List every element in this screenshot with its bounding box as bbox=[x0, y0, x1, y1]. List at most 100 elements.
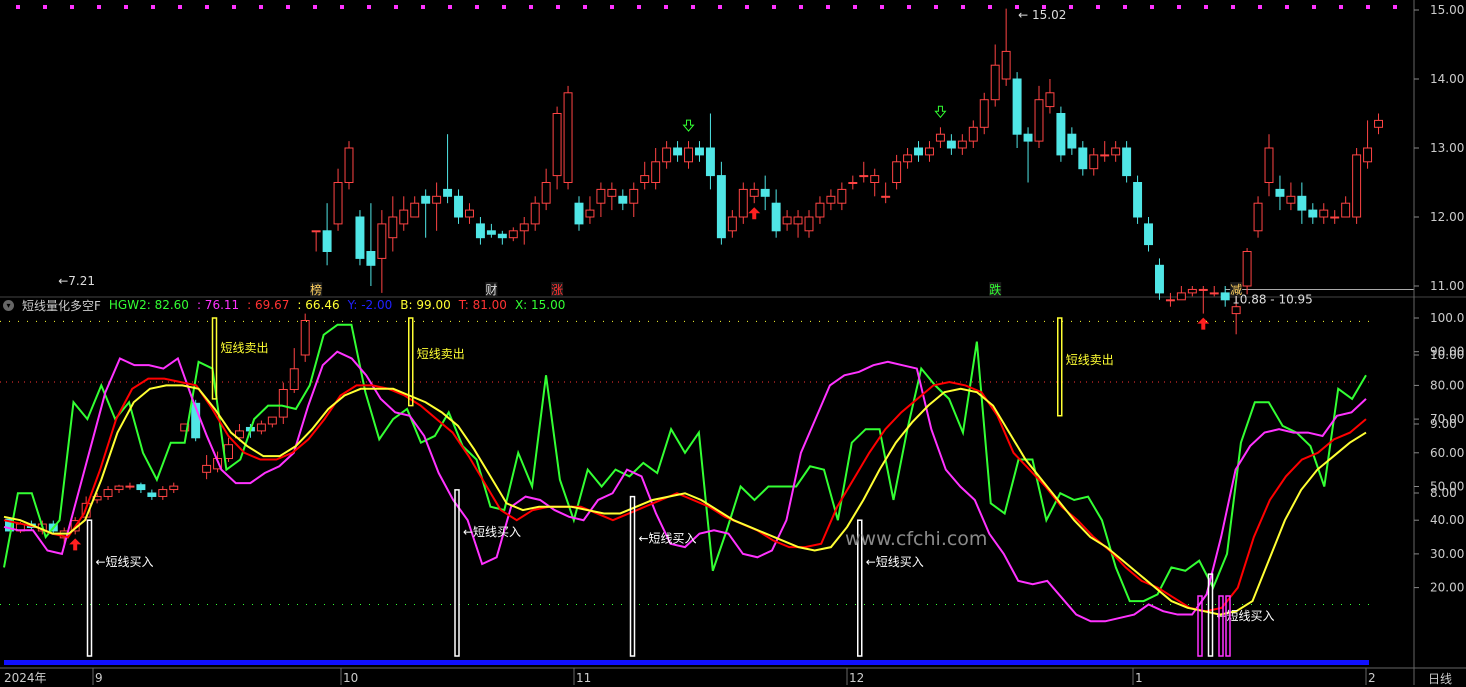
top-dot bbox=[340, 5, 344, 9]
candle bbox=[486, 230, 496, 235]
candle bbox=[1341, 202, 1351, 218]
candle bbox=[1165, 299, 1175, 302]
candle bbox=[552, 113, 562, 177]
high-label: ← 15.02 bbox=[1018, 8, 1066, 22]
top-dot bbox=[502, 5, 506, 9]
b-value: : 69.67 bbox=[247, 298, 290, 312]
candle bbox=[1297, 195, 1307, 211]
candle bbox=[1209, 292, 1219, 295]
candle bbox=[103, 489, 113, 497]
candle bbox=[1078, 147, 1088, 170]
candle bbox=[596, 188, 606, 204]
candle bbox=[990, 64, 1000, 101]
time-tick-label: 12 bbox=[849, 671, 864, 685]
buy-signal-label: ←短线买入 bbox=[639, 532, 697, 546]
candle bbox=[881, 195, 891, 198]
candle bbox=[1220, 292, 1230, 301]
candle bbox=[1067, 133, 1077, 149]
y-value: Y: -2.00 bbox=[347, 298, 393, 312]
candle bbox=[1253, 202, 1263, 232]
timeframe-button[interactable]: 日线 bbox=[1428, 670, 1452, 687]
candle bbox=[508, 230, 518, 239]
candle bbox=[946, 140, 956, 149]
candle bbox=[114, 485, 124, 491]
candle bbox=[497, 233, 507, 239]
candle bbox=[837, 188, 847, 204]
candle bbox=[377, 223, 387, 259]
candle bbox=[651, 161, 661, 184]
candle bbox=[1187, 288, 1197, 294]
candle bbox=[662, 147, 672, 163]
candle bbox=[629, 188, 639, 204]
sell-signal-label: 短线卖出 bbox=[1066, 353, 1114, 367]
ind-tick-label: 70.00 bbox=[1430, 412, 1464, 426]
indicator-name[interactable]: 短线量化多空F bbox=[22, 297, 101, 314]
candle bbox=[1176, 292, 1186, 301]
candle bbox=[1155, 264, 1164, 294]
price-tick-label: 14.00 bbox=[1430, 72, 1464, 86]
t-value: T: 81.00 bbox=[458, 298, 507, 312]
collapse-icon[interactable]: ▾ bbox=[3, 299, 14, 311]
top-dot bbox=[1150, 5, 1154, 9]
top-dot bbox=[988, 5, 992, 9]
candle bbox=[355, 216, 365, 259]
candle bbox=[421, 195, 431, 204]
top-dot bbox=[97, 5, 101, 9]
top-dot bbox=[151, 5, 155, 9]
candle bbox=[158, 489, 168, 497]
candle bbox=[256, 423, 266, 432]
top-dot bbox=[367, 5, 371, 9]
candle bbox=[749, 188, 759, 197]
top-dot bbox=[1204, 5, 1208, 9]
candle bbox=[1231, 306, 1241, 315]
candle bbox=[1330, 216, 1340, 219]
price-tick-label: 13.00 bbox=[1430, 141, 1464, 155]
ind-tick-label: 90.00 bbox=[1430, 345, 1464, 359]
candle bbox=[202, 464, 212, 473]
event-tag: 财 bbox=[485, 283, 497, 297]
low-label: ←7.21 bbox=[58, 274, 95, 288]
top-dot bbox=[1096, 5, 1100, 9]
time-tick-label: 2024年 bbox=[4, 671, 47, 685]
candle bbox=[136, 484, 146, 491]
time-tick-label: 10 bbox=[343, 671, 358, 685]
candle bbox=[1264, 147, 1274, 183]
top-dot bbox=[556, 5, 560, 9]
candle bbox=[925, 147, 934, 156]
candle bbox=[1045, 92, 1055, 108]
top-dot bbox=[907, 5, 911, 9]
candle bbox=[859, 175, 869, 178]
candle bbox=[848, 182, 858, 184]
candle bbox=[1034, 99, 1044, 142]
candle bbox=[475, 223, 485, 239]
candle bbox=[399, 209, 409, 225]
top-dot bbox=[1285, 5, 1289, 9]
candle bbox=[1056, 113, 1066, 156]
top-dot bbox=[1069, 5, 1073, 9]
candle bbox=[935, 133, 945, 142]
indicator-header: ▾ 短线量化多空F HGW2: 82.60 : 76.11 : 69.67 : … bbox=[0, 297, 573, 313]
candle bbox=[1374, 119, 1383, 128]
candle bbox=[892, 161, 902, 184]
candle bbox=[454, 195, 463, 218]
candle bbox=[432, 195, 442, 204]
candle bbox=[1242, 251, 1252, 287]
ind-tick-label: 40.00 bbox=[1430, 513, 1464, 527]
top-dot bbox=[664, 5, 668, 9]
top-dot bbox=[799, 5, 803, 9]
top-dot bbox=[529, 5, 533, 9]
candle bbox=[410, 202, 420, 218]
candle bbox=[322, 230, 332, 253]
candle bbox=[443, 188, 453, 197]
top-dot bbox=[610, 5, 614, 9]
candle bbox=[640, 175, 650, 184]
candle bbox=[289, 368, 299, 390]
candle bbox=[914, 147, 923, 156]
chart-stage: ← 15.02 ←7.21 10.88 - 10.95 榜 财 涨 跌 减 15.00 14.0… bbox=[0, 0, 1466, 685]
top-dot bbox=[1339, 5, 1343, 9]
watermark: www.cfchi.com bbox=[845, 528, 988, 550]
top-dot bbox=[637, 5, 641, 9]
ind-tick-label: 80.00 bbox=[1430, 378, 1464, 392]
top-dot bbox=[1366, 5, 1370, 9]
price-tick-label: 11.00 bbox=[1430, 279, 1464, 293]
